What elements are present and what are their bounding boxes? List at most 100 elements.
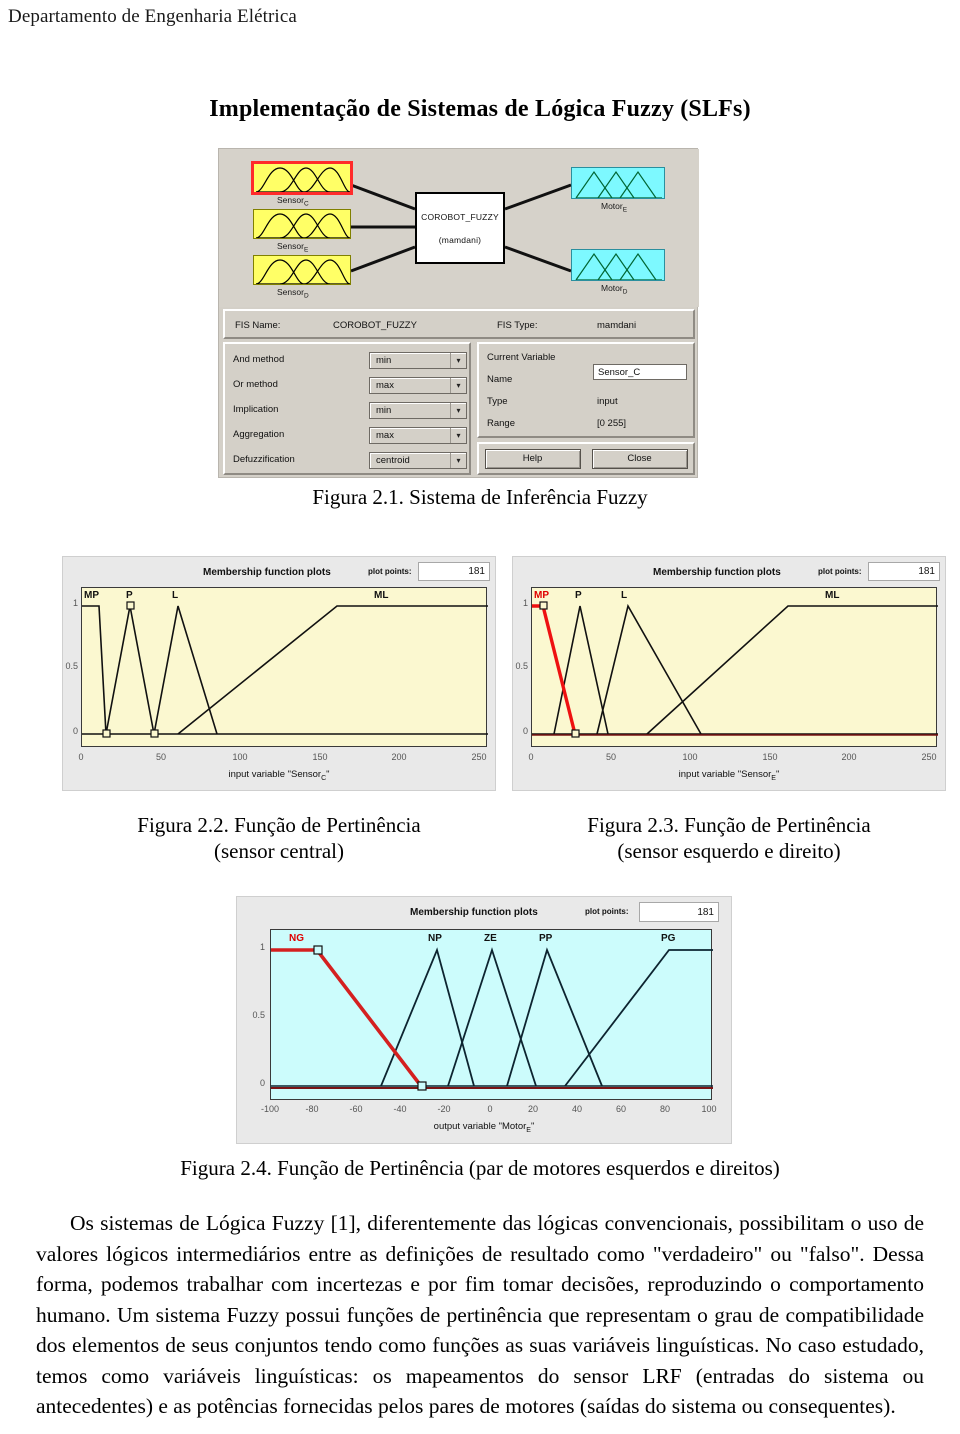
- fig22-ytick-0.5: 0.5: [65, 661, 78, 671]
- fig23-ytick-1: 1: [522, 598, 528, 608]
- defuzzification-select[interactable]: centroid ▾: [369, 452, 467, 469]
- variable-type-value: input: [597, 396, 618, 407]
- fig23-label-p: P: [575, 590, 582, 601]
- figure-2-2-panel: Membership function plots plot points: 1…: [62, 556, 496, 791]
- fis-input-box-sensor-c[interactable]: [251, 161, 353, 195]
- fis-system-name: COROBOT_FUZZY: [421, 211, 499, 222]
- chevron-down-icon: ▾: [450, 353, 466, 368]
- option-row-implication: Implication min ▾: [233, 402, 467, 420]
- fig24-label-ze: ZE: [484, 933, 497, 944]
- fig23-xtick-100: 100: [682, 752, 698, 762]
- fig24-xtick--100: -100: [260, 1104, 279, 1114]
- fig22-x-axis-label: input variable "SensorC": [228, 769, 330, 782]
- variable-name-input[interactable]: Sensor_C: [593, 364, 687, 380]
- fig22-xtick-50: 50: [155, 752, 166, 762]
- body-paragraph: Os sistemas de Lógica Fuzzy [1], diferen…: [36, 1211, 924, 1419]
- fis-type-value: mamdani: [597, 320, 637, 331]
- implication-value: min: [376, 405, 392, 416]
- fis-system-type: (mamdani): [438, 234, 482, 245]
- fig24-plot-title: Membership function plots: [410, 907, 538, 918]
- fig24-plot-points-input[interactable]: 181: [639, 902, 719, 922]
- fig23-plot-area: MP P L ML: [531, 587, 938, 747]
- chevron-down-icon: ▾: [450, 378, 466, 393]
- page-title: Implementação de Sistemas de Lógica Fuzz…: [209, 96, 751, 122]
- fis-input-label-sensor-c: SensorC: [277, 195, 309, 208]
- fis-type-label: FIS Type:: [497, 320, 538, 331]
- mf-thumbnail-icon: [575, 170, 662, 198]
- fis-editor-window: SensorC SensorE SensorD COROBOT_FUZZY (m…: [218, 148, 699, 478]
- figure-2-3-caption-line2: (sensor esquerdo e direito): [617, 839, 841, 864]
- fis-button-bar: Help Close: [477, 442, 695, 475]
- fig23-x-axis-label: input variable "SensorE": [678, 769, 780, 782]
- fig23-label-ml: ML: [825, 590, 840, 601]
- aggregation-select[interactable]: max ▾: [369, 427, 467, 444]
- fig23-xtick-0: 0: [528, 752, 534, 762]
- fig23-plot-points-input[interactable]: 181: [868, 562, 940, 581]
- fig24-label-np: NP: [428, 933, 442, 944]
- fig24-ytick-0: 0: [259, 1078, 265, 1088]
- and-method-select[interactable]: min ▾: [369, 352, 467, 369]
- fig23-label-mp: MP: [534, 590, 549, 601]
- option-row-aggregation: Aggregation max ▾: [233, 427, 467, 445]
- help-button[interactable]: Help: [484, 448, 581, 469]
- fig24-xtick-40: 40: [571, 1104, 582, 1114]
- mf-thumbnail-icon: [255, 213, 350, 238]
- fis-output-box-motor-e[interactable]: [571, 167, 665, 199]
- aggregation-value: max: [376, 430, 394, 441]
- fig24-xtick--20: -20: [437, 1104, 451, 1114]
- chevron-down-icon: ▾: [450, 428, 466, 443]
- fis-input-box-sensor-d[interactable]: [253, 255, 351, 285]
- fis-system-block[interactable]: COROBOT_FUZZY (mamdani): [415, 192, 505, 264]
- fig24-xtick-0: 0: [487, 1104, 493, 1114]
- or-method-label: Or method: [233, 379, 278, 390]
- fig24-label-ng: NG: [289, 933, 304, 944]
- aggregation-label: Aggregation: [233, 429, 285, 440]
- or-method-select[interactable]: max ▾: [369, 377, 467, 394]
- fis-output-label-motor-e: MotorE: [601, 201, 628, 214]
- and-method-label: And method: [233, 354, 285, 365]
- close-button[interactable]: Close: [591, 448, 688, 469]
- figure-2-4-caption: Figura 2.4. Função de Pertinência (par d…: [180, 1156, 780, 1180]
- defuzzification-label: Defuzzification: [233, 454, 295, 465]
- variable-type-label: Type: [487, 396, 508, 407]
- fis-structure-diagram: SensorC SensorE SensorD COROBOT_FUZZY (m…: [219, 149, 699, 307]
- fig23-xtick-200: 200: [841, 752, 857, 762]
- figure-2-2-caption: Figura 2.2. Função de Pertinência (senso…: [62, 812, 496, 865]
- fig22-curves: [82, 601, 488, 738]
- fis-input-label-sensor-e: SensorE: [277, 241, 309, 254]
- fig22-plot-title: Membership function plots: [203, 567, 331, 578]
- fig24-label-pp: PP: [539, 933, 553, 944]
- implication-select[interactable]: min ▾: [369, 402, 467, 419]
- fig22-xtick-100: 100: [232, 752, 248, 762]
- fig22-xtick-250: 250: [471, 752, 487, 762]
- fig23-curves: [532, 601, 938, 738]
- figure-2-3-panel: Membership function plots plot points: 1…: [512, 556, 946, 791]
- fis-input-box-sensor-e[interactable]: [253, 209, 351, 239]
- or-method-value: max: [376, 380, 394, 391]
- fis-name-value: COROBOT_FUZZY: [333, 320, 417, 331]
- fig24-ytick-1: 1: [259, 942, 265, 952]
- figure-2-4-panel: Membership function plots plot points: 1…: [236, 896, 732, 1144]
- fig22-plot-points-input[interactable]: 181: [418, 562, 490, 581]
- fig24-plot-area: NG NP ZE PP PG: [270, 929, 713, 1100]
- variable-range-value: [0 255]: [597, 418, 627, 429]
- figure-2-2-caption-line2: (sensor central): [213, 839, 345, 864]
- fis-name-bar: FIS Name: COROBOT_FUZZY FIS Type: mamdan…: [223, 309, 695, 339]
- fig24-xtick--40: -40: [393, 1104, 407, 1114]
- fig24-xtick-100: 100: [701, 1104, 717, 1114]
- fig22-xtick-150: 150: [312, 752, 328, 762]
- figure-2-2-caption-line1: Figura 2.2. Função de Pertinência: [137, 813, 421, 837]
- fig24-x-axis-label: output variable "MotorE": [433, 1121, 535, 1134]
- fis-options-panel: And method min ▾ Or method max ▾ Implica…: [223, 342, 471, 475]
- fig22-plot-points-label: plot points:: [368, 567, 412, 576]
- fis-output-label-motor-d: MotorD: [601, 283, 628, 296]
- fis-output-box-motor-d[interactable]: [571, 249, 665, 281]
- mf-thumbnail-icon: [255, 259, 350, 284]
- figure-2-3-caption: Figura 2.3. Função de Pertinência (senso…: [512, 812, 946, 865]
- variable-range-label: Range: [487, 418, 515, 429]
- option-row-and-method: And method min ▾: [233, 352, 467, 370]
- fig24-xtick-60: 60: [615, 1104, 626, 1114]
- fig24-ytick-0.5: 0.5: [252, 1010, 265, 1020]
- fig22-ytick-0: 0: [72, 726, 78, 736]
- fig22-xtick-200: 200: [391, 752, 407, 762]
